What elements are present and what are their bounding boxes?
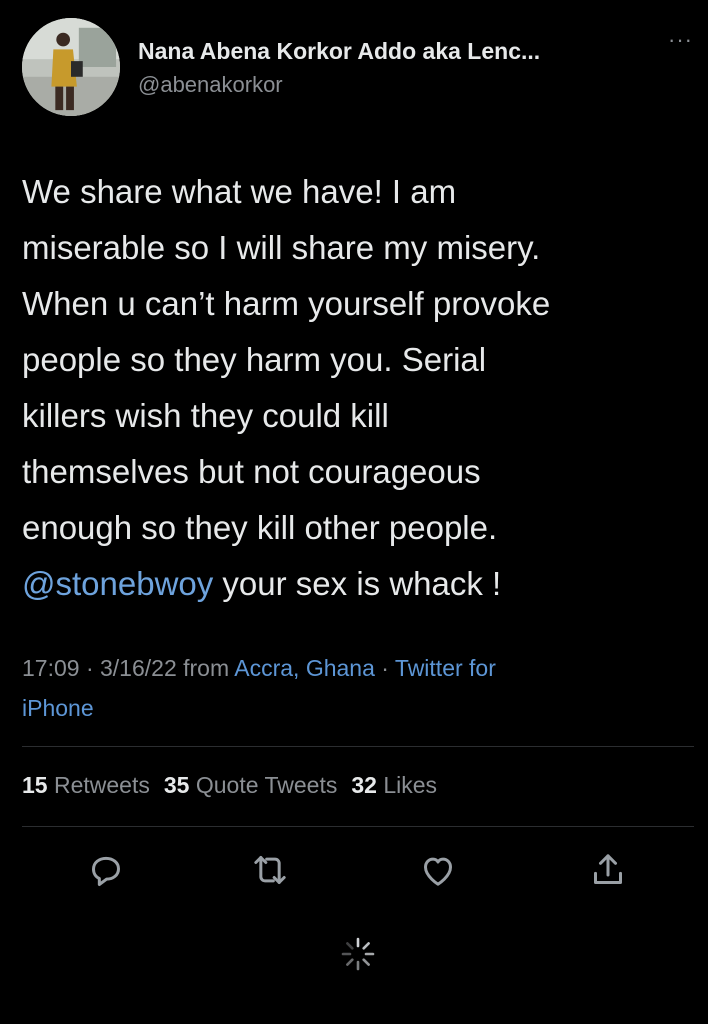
meta-separator: · [374,655,395,681]
likes-stat[interactable]: 32 Likes [351,772,437,798]
tweet-timestamp[interactable]: 17:09 · 3/16/22 from [22,655,234,681]
tweet-line: killers wish they could kill [22,397,389,434]
tweet-line: themselves but not courageous [22,453,481,490]
heart-icon [424,857,452,886]
source-link[interactable]: Twitter for [395,655,496,681]
tweet-line: We share what we have! I am [22,173,457,210]
mention-link[interactable]: @stonebwoy [22,565,213,602]
tweet-body: We share what we have! I am miserable so… [22,164,692,612]
profile-photo-icon [22,18,120,116]
tweet-line-last: @stonebwoy your sex is whack ! [22,556,692,612]
tweet-header: Nana Abena Korkor Addo aka Lenc... @aben… [20,16,693,120]
engagement-stats: 15 Retweets 35 Quote Tweets 32 Likes [22,772,437,799]
quote-tweets-label: Quote Tweets [195,772,338,798]
reply-icon [92,856,120,886]
avatar[interactable] [22,18,120,116]
share-button[interactable] [588,850,628,890]
retweet-icon [254,856,286,884]
share-icon [594,854,622,884]
tweet-meta: 17:09 · 3/16/22 from Accra, Ghana · Twit… [22,648,682,728]
retweets-count: 15 [22,772,48,798]
tweet-line: When u can’t harm yourself provoke [22,285,551,322]
tweet-line-rest: your sex is whack ! [213,565,502,602]
divider [22,826,694,827]
retweet-button[interactable] [250,850,290,890]
source-link-cont[interactable]: iPhone [22,695,94,721]
quote-tweets-stat[interactable]: 35 Quote Tweets [164,772,337,798]
more-options-icon[interactable]: ··· [668,29,693,51]
tweet-line: enough so they kill other people. [22,509,498,546]
like-button[interactable] [418,850,458,890]
retweets-stat[interactable]: 15 Retweets [22,772,150,798]
likes-label: Likes [383,772,438,798]
divider [22,746,694,747]
author-handle[interactable]: @abenakorkor [138,72,283,98]
quote-tweets-count: 35 [163,772,190,798]
location-link[interactable]: Accra, Ghana [234,655,375,681]
retweets-label: Retweets [53,772,150,798]
likes-count: 32 [351,772,377,798]
tweet-line: miserable so I will share my misery. [22,229,541,266]
tweet-line: people so they harm you. Serial [22,341,487,378]
loading-spinner-icon [340,936,376,972]
tweet-actions [0,850,708,900]
author-display-name[interactable]: Nana Abena Korkor Addo aka Lenc... [138,38,658,65]
reply-button[interactable] [86,850,126,890]
